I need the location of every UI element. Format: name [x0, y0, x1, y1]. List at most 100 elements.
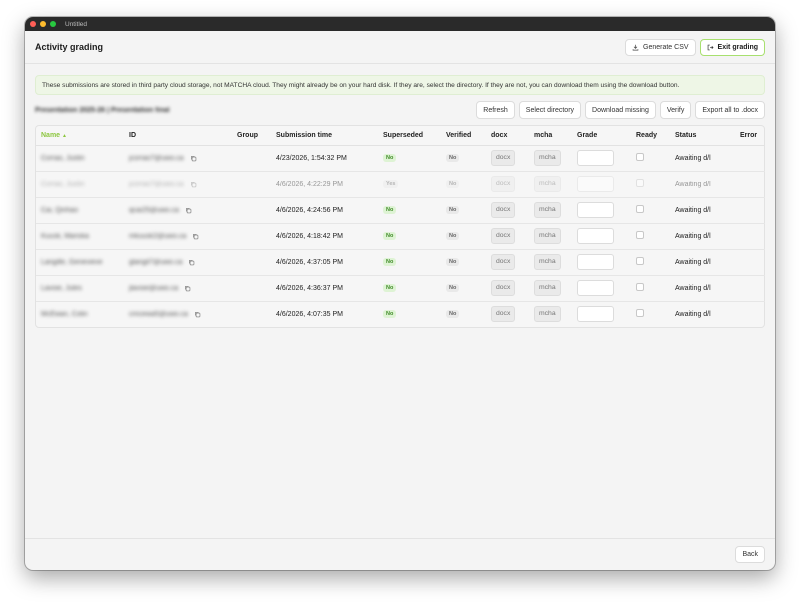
- close-window-button[interactable]: [30, 21, 36, 27]
- student-id-cell: mkuusk2@uwo.ca: [124, 223, 232, 250]
- student-name-cell: Kuusk, Mariska: [36, 223, 124, 250]
- column-header-mcha[interactable]: mcha: [529, 126, 572, 146]
- mcha-cell: mcha: [529, 197, 572, 224]
- superseded-cell: Yes: [378, 171, 441, 198]
- docx-cell: docx: [486, 301, 529, 327]
- table-row[interactable]: Langille, Genevieve glangil7@uwo.ca 4/6/20…: [36, 249, 765, 276]
- student-id-cell: jcorrao7@uwo.ca: [124, 171, 232, 198]
- group-cell: [232, 171, 271, 198]
- title-bar: Untitled: [25, 17, 775, 31]
- grade-cell: [572, 197, 631, 224]
- submission-time-cell: 4/6/2026, 4:37:05 PM: [271, 249, 378, 276]
- copy-icon[interactable]: [184, 285, 191, 292]
- column-header-status[interactable]: Status: [670, 126, 735, 146]
- toolbar: Presentation 2025-26 | Presentation fina…: [35, 101, 765, 119]
- minimize-window-button[interactable]: [40, 21, 46, 27]
- column-header-ready[interactable]: Ready: [631, 126, 670, 146]
- grade-input[interactable]: [577, 306, 614, 323]
- grade-input[interactable]: [577, 228, 614, 244]
- verified-cell: No: [441, 145, 486, 172]
- verified-cell: No: [441, 197, 486, 224]
- column-header-id[interactable]: ID: [124, 126, 232, 146]
- mcha-file-button[interactable]: mcha: [534, 202, 561, 218]
- mcha-file-button[interactable]: mcha: [534, 254, 561, 270]
- ready-checkbox[interactable]: [636, 283, 644, 291]
- submission-time-cell: 4/6/2026, 4:07:35 PM: [276, 310, 343, 318]
- mcha-cell: mcha: [529, 301, 572, 327]
- ready-checkbox[interactable]: [636, 257, 644, 265]
- mcha-file-button[interactable]: mcha: [534, 150, 561, 166]
- mcha-file-button[interactable]: mcha: [534, 228, 561, 244]
- grade-input[interactable]: [577, 280, 614, 296]
- zoom-window-button[interactable]: [50, 21, 56, 27]
- superseded-cell: No: [378, 197, 441, 224]
- superseded-cell: No: [378, 301, 441, 327]
- docx-file-button[interactable]: docx: [491, 280, 516, 296]
- docx-cell: docx: [486, 275, 529, 302]
- column-header-docx[interactable]: docx: [486, 126, 529, 146]
- column-header-group[interactable]: Group: [232, 126, 271, 146]
- table-row[interactable]: Kuusk, Mariska mkuusk2@uwo.ca 4/6/2026, 4:…: [36, 223, 765, 250]
- column-header-submission-time[interactable]: Submission time: [271, 126, 378, 146]
- copy-icon[interactable]: [190, 181, 197, 188]
- ready-checkbox[interactable]: [636, 153, 644, 161]
- back-button[interactable]: Back: [735, 546, 765, 563]
- group-cell: [232, 275, 271, 302]
- docx-file-button[interactable]: docx: [491, 306, 516, 323]
- status-cell: Awaiting d/l: [670, 223, 735, 250]
- ready-checkbox[interactable]: [636, 309, 644, 318]
- docx-file-button[interactable]: docx: [491, 176, 516, 192]
- grade-input[interactable]: [577, 150, 614, 166]
- superseded-cell: No: [378, 275, 441, 302]
- student-id-cell: cmcewa5@uwo.ca: [124, 301, 232, 327]
- superseded-badge: No: [383, 284, 397, 292]
- table-row[interactable]: Cai, Qinhao qcai25@uwo.ca 4/6/2026, 4:24:5…: [36, 197, 765, 224]
- copy-icon[interactable]: [188, 259, 195, 266]
- docx-file-button[interactable]: docx: [491, 228, 516, 244]
- docx-file-button[interactable]: docx: [491, 202, 516, 218]
- refresh-button[interactable]: Refresh: [476, 101, 515, 119]
- ready-checkbox[interactable]: [636, 231, 644, 239]
- student-id: glangil7@uwo.ca: [129, 258, 183, 266]
- table-row[interactable]: McEwan, Colin cmcewa5@uwo.ca 4/6/2026, 4:0…: [36, 301, 765, 327]
- grade-cell: [572, 145, 631, 172]
- verify-button[interactable]: Verify: [659, 101, 692, 119]
- generate-csv-button[interactable]: Generate CSV: [625, 38, 696, 56]
- download-missing-button[interactable]: Download missing: [585, 101, 656, 119]
- group-cell: [232, 197, 271, 224]
- ready-checkbox[interactable]: [636, 205, 644, 213]
- table-row[interactable]: Lavoie, Jules jlavoie@uwo.ca 4/6/2026, 4:3…: [36, 275, 765, 302]
- student-name: McEwan, Colin: [41, 310, 88, 318]
- column-header-superseded[interactable]: Superseded: [378, 126, 441, 146]
- mcha-file-button[interactable]: mcha: [534, 280, 561, 296]
- grade-input[interactable]: [577, 202, 614, 218]
- copy-icon[interactable]: [192, 233, 199, 240]
- copy-icon[interactable]: [190, 155, 197, 162]
- verified-cell: No: [441, 171, 486, 198]
- column-header-grade[interactable]: Grade: [572, 126, 631, 146]
- group-cell: [232, 223, 271, 250]
- export-all-button[interactable]: Export all to .docx: [695, 101, 765, 119]
- grade-input[interactable]: [577, 254, 614, 270]
- column-header-name[interactable]: Name ▲: [36, 126, 124, 146]
- docx-file-button[interactable]: docx: [491, 254, 516, 270]
- exit-grading-button[interactable]: Exit grading: [699, 38, 765, 56]
- copy-icon[interactable]: [194, 311, 201, 318]
- storage-notice-text: These submissions are stored in third pa…: [42, 81, 680, 89]
- table-row[interactable]: Corrao, Justin jcorrao7@uwo.ca 4/6/2026, 4…: [36, 171, 765, 198]
- column-header-error[interactable]: Error: [735, 126, 765, 146]
- table-header-row: Name ▲ ID Group Submission time Supersed…: [36, 126, 765, 146]
- grade-input[interactable]: [577, 176, 614, 192]
- ready-checkbox[interactable]: [636, 179, 644, 187]
- table-row[interactable]: Corrao, Justin jcorrao7@uwo.ca 4/23/2026, …: [36, 145, 765, 172]
- docx-file-button[interactable]: docx: [491, 150, 516, 166]
- submission-time-cell: 4/6/2026, 4:36:37 PM: [271, 275, 378, 302]
- select-directory-button[interactable]: Select directory: [518, 101, 582, 119]
- docx-cell: docx: [486, 145, 529, 172]
- copy-icon[interactable]: [185, 207, 192, 214]
- mcha-file-button[interactable]: mcha: [534, 306, 561, 323]
- mcha-file-button[interactable]: mcha: [534, 176, 561, 192]
- mcha-cell: mcha: [529, 145, 572, 172]
- column-header-verified[interactable]: Verified: [441, 126, 486, 146]
- student-name: Cai, Qinhao: [41, 206, 78, 214]
